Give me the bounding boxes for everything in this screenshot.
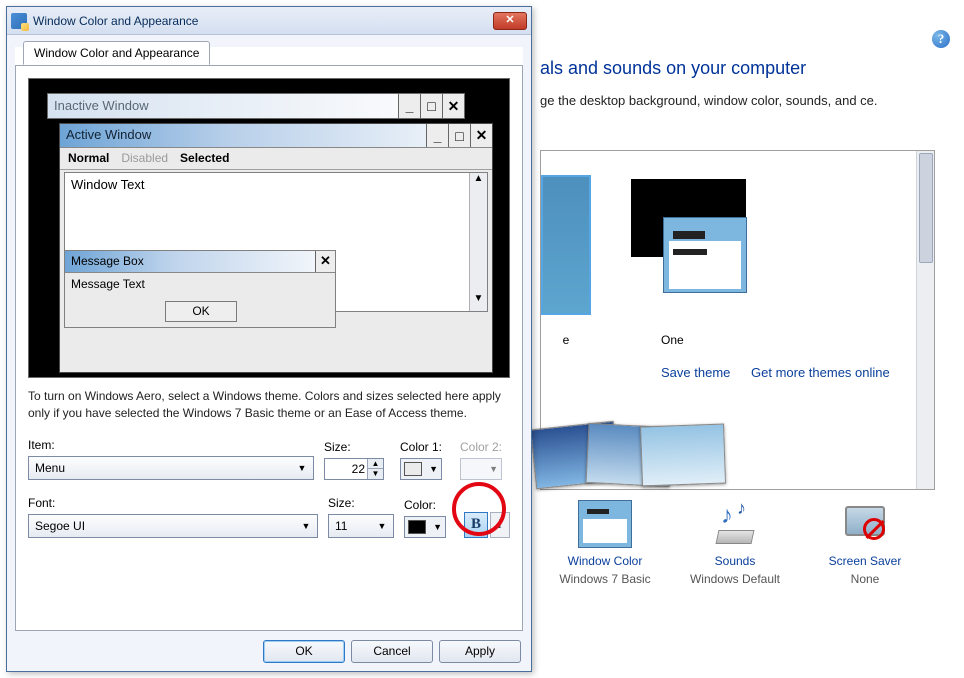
- themes-scrollbar[interactable]: [916, 151, 934, 489]
- preview-active-window: Active Window _□✕ NormalDisabledSelected…: [59, 123, 493, 373]
- color1-button[interactable]: ▼: [400, 458, 442, 480]
- theme-label-one: One: [661, 333, 684, 347]
- chevron-down-icon: ▼: [373, 517, 391, 535]
- italic-button[interactable]: I: [490, 512, 510, 538]
- scroll-thumb[interactable]: [919, 153, 933, 263]
- close-icon: ✕: [442, 94, 464, 118]
- color1-label: Color 1:: [400, 440, 450, 454]
- more-themes-link[interactable]: Get more themes online: [751, 365, 890, 380]
- item-label: Item:: [28, 438, 314, 452]
- minimize-icon: _: [426, 124, 448, 147]
- font-size-dropdown[interactable]: 11▼: [328, 514, 394, 538]
- cp-heading: als and sounds on your computer: [540, 58, 806, 79]
- preview-area[interactable]: Inactive Window _□✕ Active Window _□✕ No…: [28, 78, 510, 378]
- item-size-spinner[interactable]: 22 ▲▼: [324, 458, 384, 480]
- cp-subtext: ge the desktop background, window color,…: [540, 92, 878, 110]
- size2-label: Size:: [328, 496, 394, 510]
- color2-label: Color 2:: [460, 440, 510, 454]
- ok-button[interactable]: OK: [263, 640, 345, 663]
- font-label: Font:: [28, 496, 318, 510]
- screen-saver-icon: [841, 500, 889, 548]
- font-color-label: Color:: [404, 498, 454, 512]
- item-dropdown[interactable]: Menu▼: [28, 456, 314, 480]
- dialog-titlebar[interactable]: Window Color and Appearance ✕: [7, 7, 531, 35]
- apply-button[interactable]: Apply: [439, 640, 521, 663]
- chevron-down-icon: ▼: [297, 517, 315, 535]
- minimize-icon: _: [398, 94, 420, 118]
- appearance-dialog: Window Color and Appearance ✕ Window Col…: [6, 6, 532, 672]
- font-dropdown[interactable]: Segoe UI▼: [28, 514, 318, 538]
- info-text: To turn on Windows Aero, select a Window…: [28, 388, 510, 422]
- font-color-button[interactable]: ▼: [404, 516, 446, 538]
- chevron-down-icon: ▼: [293, 459, 311, 477]
- close-icon: ✕: [470, 124, 492, 147]
- close-button[interactable]: ✕: [493, 12, 527, 30]
- maximize-icon: □: [448, 124, 470, 147]
- window-color-icon: [578, 500, 632, 548]
- size1-label: Size:: [324, 440, 390, 454]
- sounds-link[interactable]: ♪♪ Sounds Windows Default: [670, 500, 800, 586]
- screen-saver-link[interactable]: Screen Saver None: [800, 500, 930, 586]
- theme-thumb-selected[interactable]: [541, 175, 591, 315]
- dialog-icon: [11, 13, 27, 29]
- window-color-link[interactable]: Window Color Windows 7 Basic: [540, 500, 670, 586]
- dialog-title: Window Color and Appearance: [33, 14, 493, 28]
- save-theme-link[interactable]: Save theme: [661, 365, 730, 380]
- color2-button: ▼: [460, 458, 502, 480]
- sounds-icon: ♪♪: [711, 500, 759, 548]
- maximize-icon: □: [420, 94, 442, 118]
- preview-message-box: Message Box✕ Message Text OK: [64, 250, 336, 328]
- preview-ok-button: OK: [165, 301, 237, 322]
- preview-inactive-window: Inactive Window _□✕: [47, 93, 465, 119]
- aero-themes-gallery[interactable]: [551, 425, 791, 495]
- cancel-button[interactable]: Cancel: [351, 640, 433, 663]
- themes-list: e One Save theme Get more themes online: [540, 150, 935, 490]
- preview-menu: NormalDisabledSelected: [60, 148, 492, 170]
- tab-appearance[interactable]: Window Color and Appearance: [23, 41, 210, 65]
- theme-label-selected: e: [541, 333, 591, 347]
- bold-button[interactable]: B: [464, 512, 488, 538]
- close-icon: ✕: [315, 251, 335, 272]
- help-icon[interactable]: ?: [932, 30, 950, 48]
